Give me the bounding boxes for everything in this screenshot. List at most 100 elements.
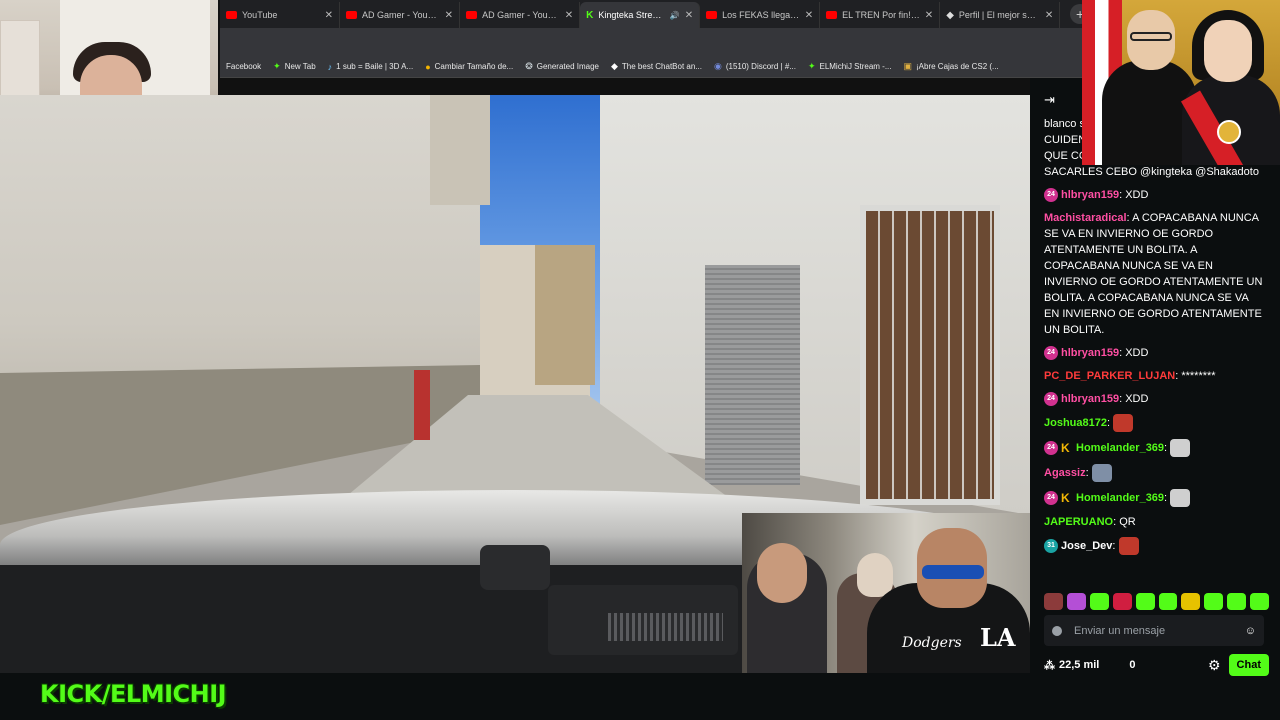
chat-username[interactable]: Joshua8172 xyxy=(1044,417,1107,429)
emote-icon[interactable] xyxy=(1089,592,1109,610)
emote-icon[interactable] xyxy=(1250,592,1270,610)
youtube-icon xyxy=(466,11,478,19)
bookmark-item[interactable]: ● Cambiar Tamaño de... xyxy=(425,62,513,72)
emote-icon[interactable] xyxy=(1135,592,1155,610)
browser-address-bar[interactable] xyxy=(220,28,1085,56)
close-icon[interactable]: ✕ xyxy=(1045,10,1053,21)
barred-door xyxy=(860,205,1000,505)
close-icon[interactable]: ✕ xyxy=(565,10,573,21)
bookmark-item[interactable]: ◆ The best ChatBot an... xyxy=(611,61,702,72)
emoji-icon[interactable]: ☺ xyxy=(1245,625,1256,637)
chat-text: XDD xyxy=(1125,189,1149,201)
browser-tab[interactable]: K Kingteka Stream 🔊 ✕ xyxy=(580,2,701,28)
bookmark-label: Facebook xyxy=(226,62,262,71)
chat-user-icon[interactable] xyxy=(1052,625,1062,636)
bookmarks-bar: Facebook ✦ New Tab ♪ 1 sub = Baile | 3D A...… xyxy=(220,56,1085,78)
chat-input[interactable]: Enviar un mensaje ☺ xyxy=(1044,615,1264,646)
tab-label: AD Gamer - YouTube xyxy=(482,10,560,20)
youtube-icon xyxy=(346,11,358,19)
browser-tab[interactable]: EL TREN Por fin!!! Es ✕ xyxy=(820,2,941,28)
cartoon-man-glasses xyxy=(1130,32,1172,41)
bookmark-label: 1 sub = Baile | 3D A... xyxy=(336,62,414,71)
gear-icon[interactable]: ⚙ xyxy=(1208,657,1221,674)
door-grid xyxy=(866,211,994,499)
bookmark-label: The best ChatBot an... xyxy=(621,62,702,71)
close-icon[interactable]: ✕ xyxy=(925,10,933,21)
close-icon[interactable]: ✕ xyxy=(685,10,693,21)
points-icon: ⁂ xyxy=(1044,659,1055,672)
close-icon[interactable]: ✕ xyxy=(325,10,333,21)
emote-icon[interactable] xyxy=(1158,592,1178,610)
channel-brand: KICK/ELMICHIJ xyxy=(40,680,227,708)
chat-panel: ⇥ blanco s tienes q Mas alla leyenda CUI… xyxy=(1030,78,1280,720)
chat-username[interactable]: Homelander_369 xyxy=(1076,442,1164,454)
subscriber-badge: 24 xyxy=(1044,188,1058,203)
discord-icon: ◉ xyxy=(713,61,722,71)
chat-username[interactable]: hlbryan159 xyxy=(1061,393,1119,405)
chat-username[interactable]: hlbryan159 xyxy=(1061,347,1119,359)
chat-username[interactable]: Homelander_369 xyxy=(1076,492,1164,504)
channel-points[interactable]: ⁂ 22,5 mil xyxy=(1044,659,1099,672)
browser-tab[interactable]: AD Gamer - YouTube ✕ xyxy=(340,2,461,28)
bookmark-item[interactable]: ▣ ¡Abre Cajas de CS2 (... xyxy=(904,61,999,72)
bookmark-item[interactable]: ✦ ELMichiJ Stream -... xyxy=(808,61,892,72)
subscriber-badge: 24 xyxy=(1044,392,1058,407)
cap-logo: LA xyxy=(980,623,1016,652)
bookmark-label: Cambiar Tamaño de... xyxy=(434,62,514,71)
chat-username[interactable]: hlbryan159 xyxy=(1061,189,1119,201)
tab-label: Perfil | El mejor softw xyxy=(958,10,1040,20)
chat-send-button[interactable]: Chat xyxy=(1228,654,1269,676)
emote-icon xyxy=(1170,439,1191,457)
colon: : xyxy=(1112,539,1119,552)
openai-icon: ❂ xyxy=(525,61,533,71)
collapse-icon[interactable]: ⇥ xyxy=(1044,92,1055,108)
kick-icon: K xyxy=(586,9,594,21)
driver-sunglasses xyxy=(922,565,984,579)
passenger-left-head xyxy=(757,543,807,603)
cartoon-woman-head xyxy=(1204,20,1252,82)
browser-tab[interactable]: Los FEKAS llegan a D ✕ xyxy=(700,2,821,28)
bookmark-item[interactable]: ♪ 1 sub = Baile | 3D A... xyxy=(328,62,414,72)
chat-text: XDD xyxy=(1125,393,1149,405)
chat-username[interactable]: Jose_Dev xyxy=(1061,540,1112,552)
subscriber-badge: 24 xyxy=(1044,491,1058,505)
subscriber-badge: 31 xyxy=(1044,539,1058,553)
chat-username[interactable]: Agassiz xyxy=(1044,467,1086,479)
emote-icon[interactable] xyxy=(1044,592,1063,610)
phone-mount xyxy=(480,545,550,590)
chat-message: 24 hlbryan159: XDD xyxy=(1044,345,1266,361)
chat-username[interactable]: Machistaradical xyxy=(1044,212,1127,224)
kick-badge-icon: K xyxy=(1061,441,1070,455)
chat-text: QR xyxy=(1119,516,1136,528)
chat-text: XDD xyxy=(1125,347,1149,359)
chat-username[interactable]: PC_DE_PARKER_LUJAN xyxy=(1044,370,1175,382)
browser-tab[interactable]: AD Gamer - YouTube ✕ xyxy=(460,2,581,28)
close-icon[interactable]: ✕ xyxy=(445,10,453,21)
bookmark-item[interactable]: ◉ (1510) Discord | #... xyxy=(714,61,796,72)
kick-badge-icon: K xyxy=(1061,491,1070,505)
emote-icon[interactable] xyxy=(1204,592,1224,610)
browser-tab[interactable]: ◆ Perfil | El mejor softw ✕ xyxy=(940,2,1061,28)
metal-shutter xyxy=(705,265,800,485)
left-roof xyxy=(430,95,490,205)
bookmark-item[interactable]: ✦ New Tab xyxy=(273,61,316,72)
sash-seal xyxy=(1217,120,1241,144)
tab-label: AD Gamer - YouTube xyxy=(362,10,440,20)
car-interior-camera: Dodgers LA xyxy=(742,513,1030,673)
bookmark-label: Generated Image xyxy=(536,62,599,71)
bookmark-item[interactable]: ❂ Generated Image xyxy=(525,61,599,72)
browser-tab[interactable]: YouTube ✕ xyxy=(220,2,341,28)
chat-text: ******** xyxy=(1181,370,1216,382)
bookmark-item[interactable]: Facebook xyxy=(226,62,261,71)
chat-message: 24 K Homelander_369: xyxy=(1044,439,1266,457)
close-icon[interactable]: ✕ xyxy=(805,10,813,21)
emote-icon[interactable] xyxy=(1066,592,1086,610)
distant-building-2 xyxy=(535,245,595,385)
emote-icon[interactable] xyxy=(1227,592,1247,610)
chat-username[interactable]: JAPERUANO xyxy=(1044,516,1113,528)
emote-icon xyxy=(1113,414,1134,432)
emote-icon[interactable] xyxy=(1112,592,1132,610)
street-sign xyxy=(414,370,430,440)
speaker-icon[interactable]: 🔊 xyxy=(670,11,680,20)
emote-icon[interactable] xyxy=(1181,592,1201,610)
